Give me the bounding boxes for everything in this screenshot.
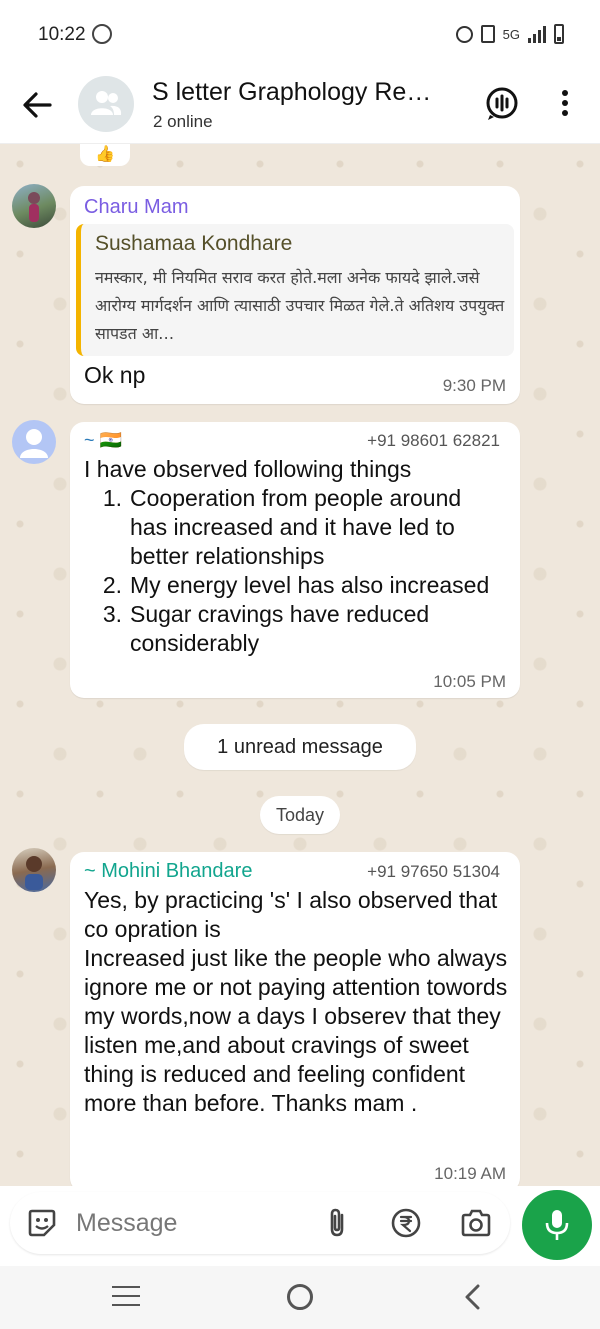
message-text: Ok np (84, 362, 146, 388)
date-separator: Today (260, 796, 340, 834)
previous-message-fragment: 👍 (80, 144, 130, 166)
sender-phone: +91 97650 51304 (367, 862, 500, 881)
message-text: I have observed following things (84, 456, 412, 482)
back-arrow-icon[interactable] (20, 88, 54, 122)
sticker-icon[interactable] (26, 1207, 58, 1239)
avatar-charu-mam[interactable] (12, 184, 56, 228)
quoted-message[interactable]: Sushamaa Kondhare नमस्कार, मी नियमित सरा… (76, 224, 514, 356)
quoted-author: Sushamaa Kondhare (95, 232, 293, 255)
composer-bar: Message (0, 1186, 600, 1266)
sender-name[interactable]: Charu Mam (84, 196, 188, 219)
message-bubble[interactable]: Charu Mam Sushamaa Kondhare नमस्कार, मी … (70, 186, 520, 404)
person-photo-icon (25, 856, 43, 890)
message-placeholder[interactable]: Message (76, 1209, 177, 1238)
attach-icon[interactable] (322, 1207, 352, 1239)
chat-area[interactable]: 👍 Charu Mam Sushamaa Kondhare नमस्कार, म… (0, 144, 600, 1186)
sender-name[interactable]: ~ Mohini Bhandare (84, 860, 252, 883)
voice-record-button[interactable] (522, 1190, 592, 1260)
message-bubble[interactable]: ~ Mohini Bhandare +91 97650 51304 Yes, b… (70, 852, 520, 1186)
payment-rupee-icon[interactable] (390, 1207, 422, 1239)
group-avatar[interactable] (78, 76, 134, 132)
avatar-mohini-bhandare[interactable] (12, 848, 56, 892)
microphone-icon (545, 1210, 569, 1240)
battery-icon (554, 24, 564, 44)
status-bar: 10:22 5G (0, 0, 600, 66)
message-time: 10:05 PM (433, 672, 506, 691)
message-time: 9:30 PM (442, 376, 506, 395)
group-icon (91, 91, 122, 115)
sender-phone: +91 98601 62821 (367, 431, 500, 450)
status-icons: 5G (455, 24, 564, 44)
avatar-default[interactable] (12, 420, 56, 464)
list-item: 1. Cooperation from people around has inc… (102, 485, 462, 569)
group-online-status: 2 online (153, 112, 213, 131)
list-item: 3. Sugar cravings have reduced considerab… (102, 601, 430, 656)
voice-call-icon[interactable] (484, 86, 520, 122)
unread-messages-badge: 1 unread message (184, 724, 416, 770)
notification-emoji-icon (92, 24, 112, 44)
chat-header: S letter Graphology Re… 2 online (0, 66, 600, 144)
message-time: 10:19 AM (434, 1164, 506, 1183)
message-text: Yes, by practicing 's' I also observed t… (84, 887, 508, 1116)
alarm-icon (455, 25, 473, 43)
quoted-text: नमस्कार, मी नियमित सराव करत होते.मला अने… (95, 268, 505, 343)
message-input[interactable]: Message (10, 1192, 510, 1254)
camera-icon[interactable] (460, 1208, 492, 1238)
recent-apps-icon[interactable] (112, 1286, 140, 1308)
list-item: 2. My energy level has also increased (102, 572, 490, 598)
message-list: 1. Cooperation from people around has inc… (84, 484, 504, 658)
sender-name[interactable]: ~ 🇮🇳 (84, 430, 122, 451)
vibrate-icon (480, 25, 495, 43)
more-options-icon[interactable] (557, 88, 573, 120)
home-icon[interactable] (287, 1284, 313, 1310)
nav-back-icon[interactable] (462, 1284, 484, 1310)
message-bubble[interactable]: ~ 🇮🇳 +91 98601 62821 I have observed fol… (70, 422, 520, 698)
system-nav-bar (0, 1266, 600, 1329)
default-user-icon (20, 429, 48, 458)
signal-icon (528, 25, 546, 43)
person-photo-icon (28, 192, 40, 222)
network-type-label: 5G (502, 26, 520, 42)
group-title[interactable]: S letter Graphology Re… (152, 78, 462, 107)
status-time: 10:22 (38, 24, 86, 45)
